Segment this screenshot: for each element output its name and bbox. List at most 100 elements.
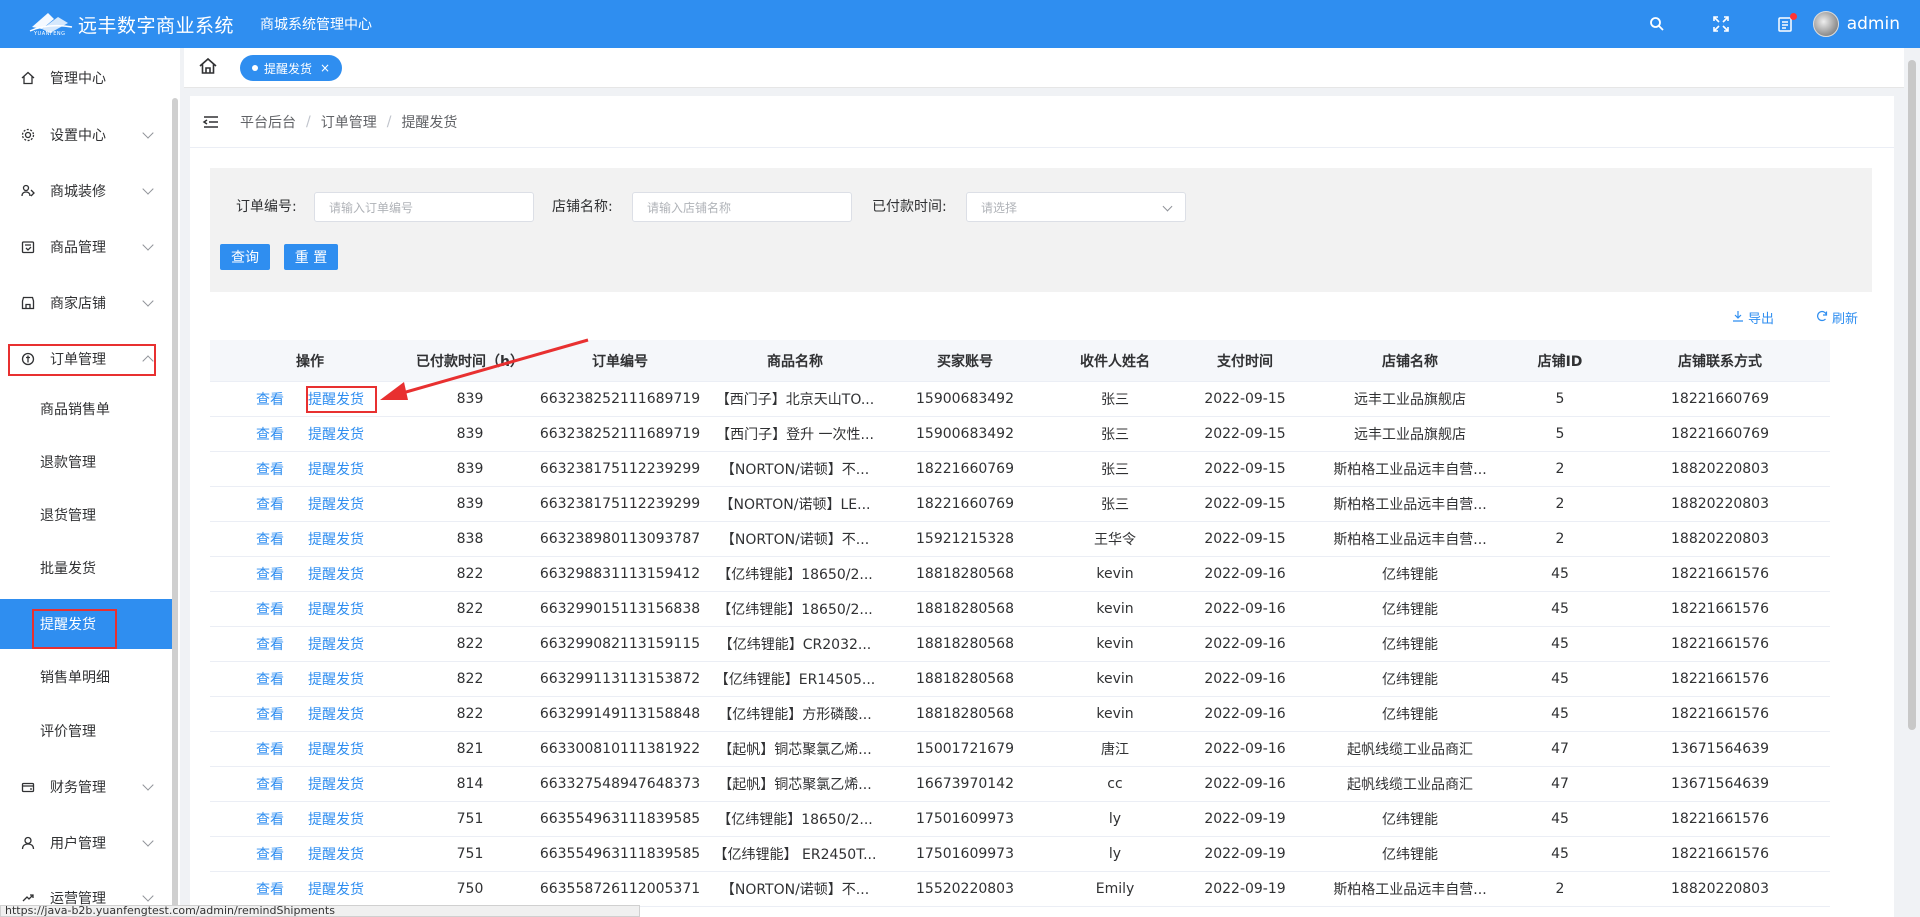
order-no-cell: 663300810111381922 (539, 741, 701, 757)
tab-remind-shipping[interactable]: 提醒发货 × (240, 55, 343, 81)
sidebar-item-users[interactable]: 用户管理 (0, 815, 172, 871)
view-link[interactable]: 查看 (256, 704, 284, 724)
store-id-cell: 45 (1551, 846, 1569, 862)
remind-shipping-link[interactable]: 提醒发货 (308, 634, 364, 654)
remind-shipping-link[interactable]: 提醒发货 (308, 459, 364, 479)
breadcrumb-item[interactable]: 订单管理 (321, 112, 377, 132)
remind-shipping-link[interactable]: 提醒发货 (308, 844, 364, 864)
remind-shipping-link[interactable]: 提醒发货 (308, 704, 364, 724)
sidebar-subitem-refunds[interactable]: 退款管理 (0, 437, 172, 487)
receiver-name-cell: 唐江 (1101, 742, 1129, 758)
store-name-cell: 远丰工业品旗舰店 (1354, 392, 1466, 408)
product-name-cell: 【西门子】北京天山TO... (715, 392, 875, 408)
store-name-cell: 斯柏格工业品远丰自营... (1333, 497, 1487, 513)
query-button[interactable]: 查询 (220, 244, 270, 270)
user-name[interactable]: admin (1847, 14, 1900, 34)
remind-shipping-link[interactable]: 提醒发货 (308, 494, 364, 514)
receiver-name-cell: 张三 (1101, 462, 1129, 478)
view-link[interactable]: 查看 (256, 494, 284, 514)
buyer-account-cell: 15001721679 (916, 741, 1014, 757)
pay-time-cell: 2022-09-16 (1204, 566, 1286, 582)
view-link[interactable]: 查看 (256, 669, 284, 689)
highlight-box-orders (8, 344, 156, 376)
buyer-account-cell: 18818280568 (916, 636, 1014, 652)
remind-shipping-link[interactable]: 提醒发货 (308, 424, 364, 444)
order-no-label: 订单编号: (236, 199, 297, 215)
receiver-name-cell: 张三 (1101, 427, 1129, 443)
home-tab-icon[interactable] (198, 56, 220, 78)
order-no-input[interactable]: 请输入订单编号 (314, 192, 534, 222)
chevron-down-icon (142, 835, 154, 847)
sidebar-item-settings[interactable]: 设置中心 (0, 107, 172, 163)
product-name-cell: 【NORTON/诺顿】不... (720, 462, 870, 478)
operation-icon (20, 890, 36, 906)
sidebar-subitem-returns[interactable]: 退货管理 (0, 490, 172, 540)
sidebar-subitem-batch-shipping[interactable]: 批量发货 (0, 543, 172, 593)
remind-shipping-link[interactable]: 提醒发货 (308, 669, 364, 689)
refresh-button[interactable]: 刷新 (1816, 308, 1858, 327)
remind-shipping-link[interactable]: 提醒发货 (308, 564, 364, 584)
logo-subtext: YUANFENG (34, 31, 66, 37)
store-contact-cell: 18221661576 (1671, 706, 1769, 722)
sidebar-subitem-reviews[interactable]: 评价管理 (0, 706, 172, 756)
sidebar-subitem-sales-detail[interactable]: 销售单明细 (0, 652, 172, 702)
chevron-down-icon (142, 295, 154, 307)
search-icon[interactable] (1647, 14, 1667, 34)
remind-shipping-link[interactable]: 提醒发货 (308, 879, 364, 899)
table-row: 查看 提醒发货 751 663554963111839585 【亿纬锂能】 ER2450… (210, 837, 1830, 872)
table-row: 查看 提醒发货 838 663238980113093787 【NORTON/诺顿】不.… (210, 522, 1830, 557)
fullscreen-icon[interactable] (1711, 14, 1731, 34)
remind-shipping-link[interactable]: 提醒发货 (308, 529, 364, 549)
view-link[interactable]: 查看 (256, 599, 284, 619)
store-name-input[interactable]: 请输入店铺名称 (632, 192, 852, 222)
view-link[interactable]: 查看 (256, 424, 284, 444)
export-button[interactable]: 导出 (1732, 308, 1774, 327)
sidebar-item-stores[interactable]: 商家店铺 (0, 275, 172, 331)
store-name-label: 店铺名称: (552, 199, 613, 215)
view-link[interactable]: 查看 (256, 739, 284, 759)
store-id-cell: 5 (1555, 426, 1565, 442)
sidebar-subitem-sales-orders[interactable]: 商品销售单 (0, 384, 172, 434)
view-link[interactable]: 查看 (256, 809, 284, 829)
view-link[interactable]: 查看 (256, 389, 284, 409)
view-link[interactable]: 查看 (256, 879, 284, 899)
notification-icon[interactable] (1775, 13, 1797, 34)
view-link[interactable]: 查看 (256, 564, 284, 584)
close-icon[interactable]: × (320, 61, 330, 75)
receiver-name-cell: kevin (1096, 706, 1134, 722)
menu-fold-icon[interactable] (202, 113, 220, 131)
store-id-cell: 5 (1555, 391, 1565, 407)
notification-badge (1789, 13, 1797, 20)
breadcrumb-item[interactable]: 平台后台 (240, 112, 296, 132)
sidebar-item-goods[interactable]: 商品管理 (0, 219, 172, 275)
column-header: 店铺名称 (1382, 353, 1438, 370)
receiver-name-cell: 张三 (1101, 497, 1129, 513)
orders-table: 操作 已付款时间（h） 订单编号 商品名称 买家账号 收件人姓名 支付时间 店铺… (210, 340, 1830, 907)
remind-shipping-link[interactable]: 提醒发货 (308, 739, 364, 759)
reset-button[interactable]: 重 置 (284, 244, 338, 270)
remind-shipping-link[interactable]: 提醒发货 (308, 599, 364, 619)
operation-cell: 查看 提醒发货 (210, 529, 410, 549)
operation-cell: 查看 提醒发货 (210, 879, 410, 899)
avatar[interactable] (1812, 11, 1839, 37)
remind-shipping-link[interactable]: 提醒发货 (308, 809, 364, 829)
view-link[interactable]: 查看 (256, 459, 284, 479)
product-name-cell: 【亿纬锂能】18650/2... (717, 567, 873, 583)
sidebar-item-finance[interactable]: 财务管理 (0, 759, 172, 815)
view-link[interactable]: 查看 (256, 844, 284, 864)
remind-shipping-link[interactable]: 提醒发货 (308, 774, 364, 794)
page-scrollbar[interactable] (1908, 60, 1916, 730)
column-header: 收件人姓名 (1080, 353, 1150, 370)
view-link[interactable]: 查看 (256, 529, 284, 549)
chevron-down-icon (142, 239, 154, 251)
view-link[interactable]: 查看 (256, 634, 284, 654)
sidebar-item-decoration[interactable]: 商城装修 (0, 163, 172, 219)
product-name-cell: 【起帆】铜芯聚氯乙烯... (718, 777, 872, 793)
store-id-cell: 2 (1555, 531, 1565, 547)
paid-time-select[interactable]: 请选择 (966, 192, 1186, 222)
sidebar-item-dashboard[interactable]: 管理中心 (0, 50, 172, 106)
product-name-cell: 【NORTON/诺顿】不... (720, 532, 870, 548)
sidebar-scrollbar[interactable] (172, 98, 178, 908)
paid-hours-cell: 822 (456, 636, 484, 652)
view-link[interactable]: 查看 (256, 774, 284, 794)
